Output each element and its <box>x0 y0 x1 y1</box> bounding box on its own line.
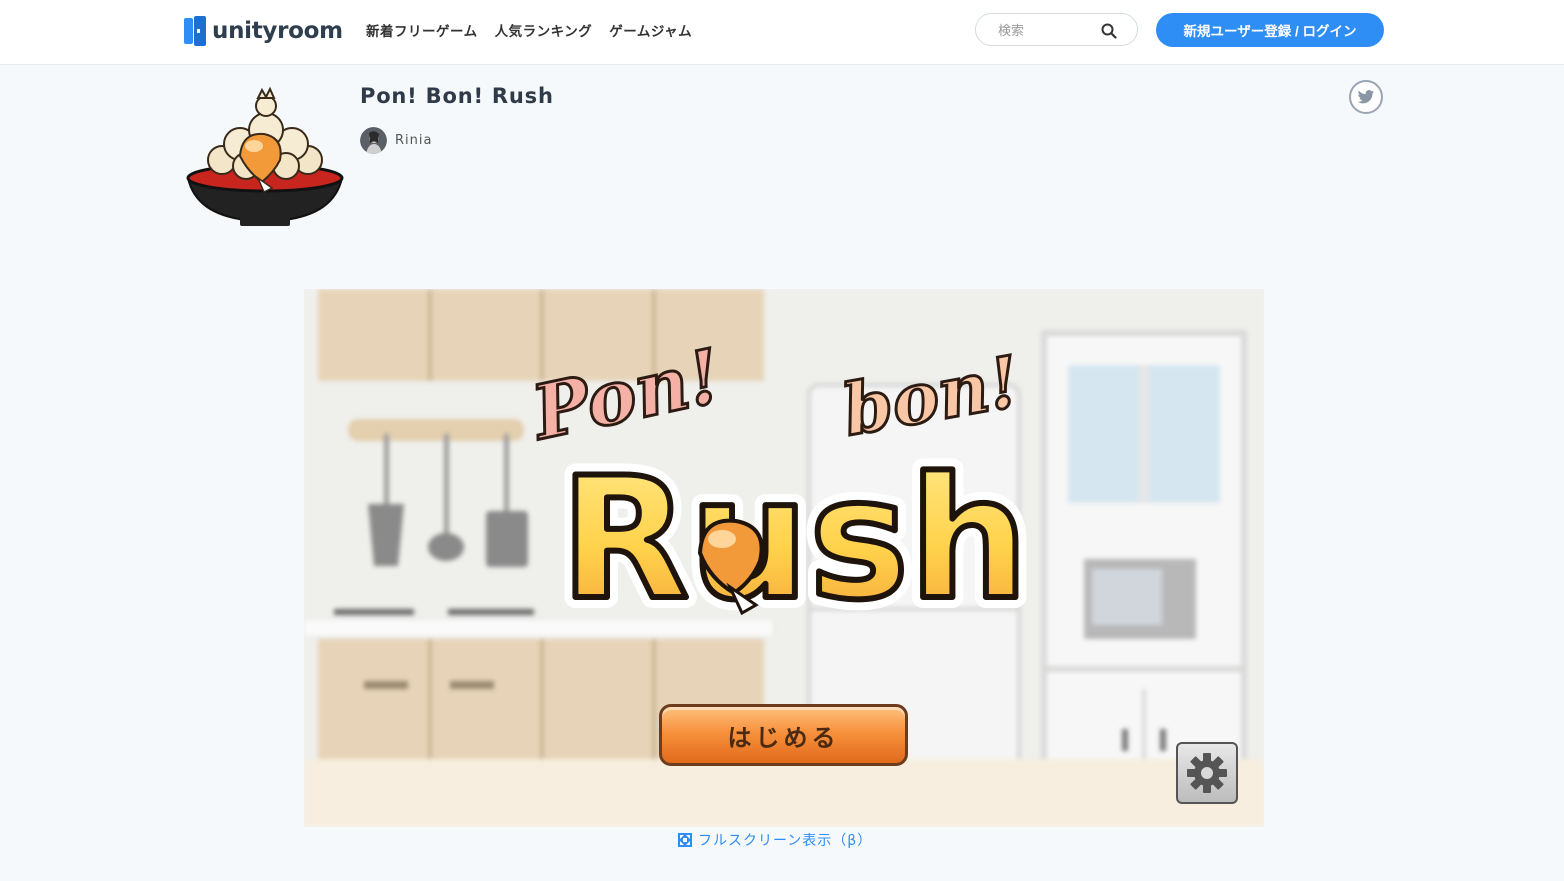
author-avatar <box>360 127 387 154</box>
site-header: unityroom 新着フリーゲーム 人気ランキング ゲームジャム 新規ユーザー… <box>0 0 1564 65</box>
svg-text:bon!: bon! <box>837 340 1026 453</box>
svg-text:Pon!: Pon! <box>524 333 729 457</box>
svg-text:Rush: Rush <box>560 441 1029 637</box>
twitter-icon <box>1357 89 1375 103</box>
fullscreen-label: フルスクリーン表示（β） <box>698 833 873 849</box>
search-box <box>975 13 1138 46</box>
nav-game-jam[interactable]: ゲームジャム <box>609 20 692 40</box>
start-button[interactable]: はじめる <box>659 704 908 766</box>
fullscreen-icon <box>678 833 692 847</box>
main-nav: 新着フリーゲーム 人気ランキング ゲームジャム <box>366 20 692 40</box>
search-icon[interactable] <box>1101 23 1117 39</box>
author-name: Rinia <box>395 133 433 148</box>
gear-icon <box>1187 753 1227 793</box>
logo-text: unityroom <box>212 18 343 44</box>
site-logo[interactable]: unityroom <box>184 15 343 47</box>
game-title-logo: Pon! bon! Rush Rush <box>524 332 1040 645</box>
game-canvas[interactable]: Pon! bon! Rush Rush はじめる <box>304 289 1264 827</box>
unityroom-logo-icon <box>184 16 206 46</box>
search-input[interactable] <box>996 21 1105 41</box>
register-login-button[interactable]: 新規ユーザー登録 / ログイン <box>1156 13 1384 47</box>
game-thumbnail <box>186 86 344 226</box>
twitter-share-button[interactable] <box>1349 80 1383 114</box>
game-title: Pon! Bon! Rush <box>360 84 554 108</box>
author-link[interactable]: Rinia <box>360 127 432 154</box>
nav-ranking[interactable]: 人気ランキング <box>495 20 593 40</box>
nav-new-games[interactable]: 新着フリーゲーム <box>366 20 478 40</box>
settings-button[interactable] <box>1176 742 1238 804</box>
fullscreen-link[interactable]: フルスクリーン表示（β） <box>678 830 872 850</box>
